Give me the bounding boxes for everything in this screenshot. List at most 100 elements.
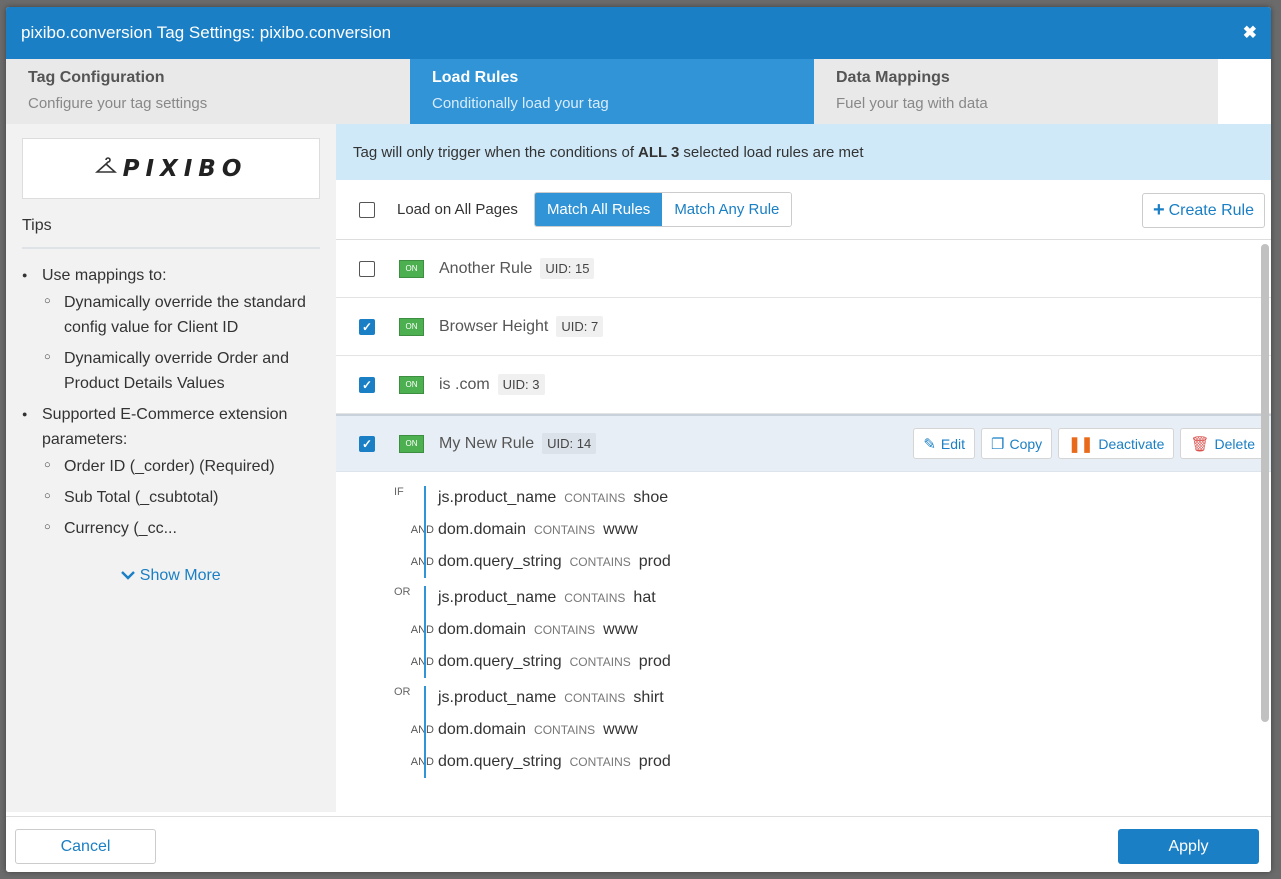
copy-icon: ❐ <box>991 435 1005 453</box>
pencil-icon: ✎ <box>923 435 936 453</box>
cancel-button[interactable]: Cancel <box>15 829 156 864</box>
condition-value: prod <box>638 753 671 770</box>
delete-button[interactable]: 🗑 Delete <box>1180 428 1265 459</box>
condition-row: js.product_name CONTAINS shirt <box>394 682 1271 714</box>
condition-variable: js.product_name <box>438 489 557 506</box>
plus-icon: + <box>1152 199 1165 221</box>
modal-footer: Cancel Apply <box>6 816 1271 872</box>
tip-subitem: Sub Total (_csubtotal) <box>42 484 320 510</box>
condition-operator: CONTAINS <box>534 723 596 737</box>
condition-operator: CONTAINS <box>564 691 626 705</box>
status-badge: ON <box>399 317 424 336</box>
hanger-icon <box>94 156 117 181</box>
condition-operator: CONTAINS <box>534 523 596 537</box>
condition-variable: js.product_name <box>438 689 557 706</box>
condition-variable: js.product_name <box>438 589 557 606</box>
condition-operator: CONTAINS <box>569 555 631 569</box>
rule-conditions: IF js.product_name CONTAINS shoe AND dom.do… <box>336 472 1271 778</box>
tab-bar-filler <box>1218 59 1271 124</box>
condition-operator: CONTAINS <box>564 591 626 605</box>
group-bar <box>424 486 426 578</box>
vendor-logo: PIXIBO <box>22 138 320 199</box>
condition-value: www <box>603 521 638 538</box>
modal-body: PIXIBO Tips Use mappings to: Dynamically… <box>6 124 1271 812</box>
tab-subtitle: Conditionally load your tag <box>432 95 609 112</box>
tab-title: Data Mappings <box>836 69 950 86</box>
condition-variable: dom.domain <box>438 721 527 738</box>
condition-variable: dom.domain <box>438 621 527 638</box>
match-any-rule-button[interactable]: Match Any Rule <box>662 193 792 226</box>
condition-value: shirt <box>633 689 664 706</box>
condition-variable: dom.query_string <box>438 653 562 670</box>
group-bar <box>424 586 426 678</box>
create-rule-button[interactable]: + Create Rule <box>1141 193 1265 228</box>
condition-value: hat <box>633 589 656 606</box>
tab-bar: Tag Configuration Configure your tag set… <box>6 59 1271 124</box>
match-all-rules-button[interactable]: Match All Rules <box>534 193 663 226</box>
rule-uid: UID: 7 <box>556 316 604 337</box>
tip-subitem: Dynamically override the standard config… <box>42 289 320 340</box>
condition-value: prod <box>638 653 671 670</box>
logo-text: PIXIBO <box>122 155 248 182</box>
create-rule-label: Create Rule <box>1168 201 1254 219</box>
tab-data-mappings[interactable]: Data Mappings Fuel your tag with data <box>814 59 1218 124</box>
condition-variable: dom.domain <box>438 521 527 538</box>
tip-item: Supported E-Commerce extension parameter… <box>22 402 320 541</box>
condition-value: www <box>603 621 638 638</box>
tag-settings-modal: pixibo.conversion Tag Settings: pixibo.c… <box>6 7 1271 872</box>
rule-checkbox[interactable]: ✓ <box>359 376 375 393</box>
tip-subitem: Order ID (_corder) (Required) <box>42 453 320 479</box>
rule-row[interactable]: ✓ ON Browser Height UID: 7 <box>336 298 1271 356</box>
tab-title: Load Rules <box>432 69 519 86</box>
apply-button[interactable]: Apply <box>1118 829 1259 864</box>
condition-conjunction: AND <box>410 556 434 568</box>
copy-button[interactable]: ❐ Copy <box>981 428 1053 459</box>
tab-tag-configuration[interactable]: Tag Configuration Configure your tag set… <box>6 59 410 124</box>
rule-checkbox[interactable]: ✓ <box>359 435 375 452</box>
condition-row: AND dom.domain CONTAINS www <box>394 714 1271 746</box>
condition-operator: CONTAINS <box>564 491 626 505</box>
tab-load-rules[interactable]: Load Rules Conditionally load your tag <box>410 59 814 124</box>
tip-text: Supported E-Commerce extension parameter… <box>42 406 288 448</box>
condition-operator: CONTAINS <box>569 755 631 769</box>
rule-row[interactable]: ON Another Rule UID: 15 <box>336 240 1271 298</box>
edit-button[interactable]: ✎ Edit <box>913 428 976 459</box>
condition-value: shoe <box>633 489 669 506</box>
info-banner: Tag will only trigger when the condition… <box>336 124 1271 180</box>
rule-row-selected[interactable]: ✓ ON My New Rule UID: 14 ✎ Edit ❐ Copy ❚❚ D… <box>336 414 1271 472</box>
condition-group: OR js.product_name CONTAINS shirt AND dom.d… <box>394 682 1271 778</box>
rule-row[interactable]: ✓ ON is .com UID: 3 <box>336 356 1271 414</box>
modal-titlebar: pixibo.conversion Tag Settings: pixibo.c… <box>6 7 1271 59</box>
rule-name: My New Rule <box>439 434 535 452</box>
group-bar <box>424 686 426 778</box>
delete-label: Delete <box>1214 435 1255 452</box>
condition-row: AND dom.query_string CONTAINS prod <box>394 746 1271 778</box>
tips-list: Use mappings to: Dynamically override th… <box>22 263 320 541</box>
rule-checkbox[interactable] <box>359 260 375 277</box>
condition-value: prod <box>638 553 671 570</box>
tip-text: Use mappings to: <box>42 267 167 284</box>
rule-actions: ✎ Edit ❐ Copy ❚❚ Deactivate 🗑 Delete <box>913 428 1265 459</box>
condition-conjunction: AND <box>410 724 434 736</box>
pause-icon: ❚❚ <box>1068 435 1094 453</box>
scrollbar[interactable] <box>1261 244 1269 722</box>
deactivate-button[interactable]: ❚❚ Deactivate <box>1058 428 1175 459</box>
condition-operator: CONTAINS <box>569 655 631 669</box>
condition-row: js.product_name CONTAINS hat <box>394 582 1271 614</box>
condition-conjunction: AND <box>410 656 434 668</box>
rule-checkbox[interactable]: ✓ <box>359 318 375 335</box>
tab-subtitle: Configure your tag settings <box>28 95 208 112</box>
load-all-pages-checkbox[interactable] <box>359 201 375 218</box>
deactivate-label: Deactivate <box>1098 435 1165 452</box>
condition-conjunction: AND <box>410 524 434 536</box>
status-badge: ON <box>399 259 424 278</box>
condition-row: AND dom.domain CONTAINS www <box>394 514 1271 546</box>
modal-title: pixibo.conversion Tag Settings: pixibo.c… <box>21 23 392 42</box>
rules-controls: Load on All Pages Match All Rules Match … <box>336 180 1271 240</box>
condition-row: AND dom.query_string CONTAINS prod <box>394 546 1271 578</box>
condition-operator: CONTAINS <box>534 623 596 637</box>
tip-subitem: Currency (_cc... <box>42 515 320 541</box>
rule-uid: UID: 3 <box>497 374 545 395</box>
show-more-link[interactable]: Show More <box>22 567 320 585</box>
close-icon[interactable]: ✖ <box>1243 23 1257 43</box>
